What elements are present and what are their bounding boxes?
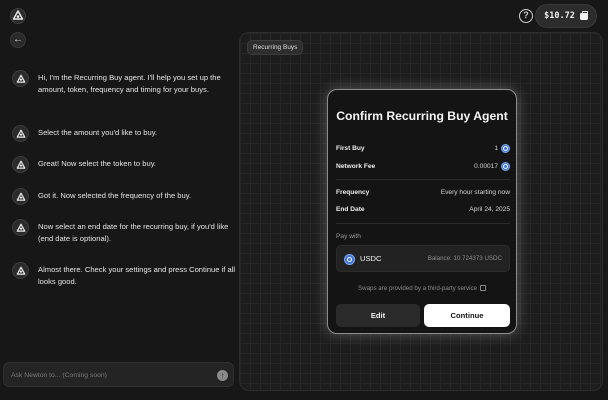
chat-message-text: Almost there. Check your settings and pr…: [38, 265, 236, 287]
agent-avatar: [12, 188, 29, 205]
modal-title: Confirm Recurring Buy Agent: [336, 109, 508, 123]
end-date-value: April 24, 2025: [469, 205, 510, 213]
wallet-balance-button[interactable]: $10.72: [535, 4, 597, 28]
chat-message: Now select an end date for the recurring…: [12, 219, 237, 245]
wallet-icon: [579, 10, 588, 20]
first-buy-row: First Buy 1: [336, 142, 510, 154]
chat-message: Select the amount you'd like to buy.: [12, 125, 237, 142]
agent-logo-icon[interactable]: [10, 8, 26, 24]
first-buy-label: First Buy: [336, 144, 365, 152]
agent-logo-icon: [16, 74, 25, 83]
continue-button[interactable]: Continue: [424, 304, 510, 327]
agent-avatar: [12, 70, 29, 87]
usdc-coin-icon: [501, 143, 510, 153]
help-icon[interactable]: ?: [519, 9, 533, 23]
end-date-row: End Date April 24, 2025: [336, 203, 510, 215]
chat-input[interactable]: [11, 369, 211, 381]
agent-avatar: [12, 125, 29, 142]
usdc-coin-icon: [344, 254, 355, 265]
token-balance: Balance: 10.724373 USDC: [427, 255, 502, 262]
back-arrow-icon[interactable]: ←: [10, 32, 26, 48]
swap-note-text: Swaps are provided by a third-party serv…: [358, 285, 477, 292]
network-fee-row: Network Fee 0.00017: [336, 160, 510, 172]
chat-message-text: Select the amount you'd like to buy.: [38, 128, 158, 137]
frequency-label: Frequency: [336, 188, 370, 196]
end-date-label: End Date: [336, 205, 365, 213]
chat-message-text: Now select an end date for the recurring…: [38, 222, 229, 244]
confirm-modal: Confirm Recurring Buy Agent First Buy 1 …: [327, 89, 517, 334]
chat-message: Hi, I'm the Recurring Buy agent. I'll he…: [12, 70, 237, 96]
frequency-row: Frequency Every hour starting now: [336, 186, 510, 198]
agent-logo-icon: [16, 160, 25, 169]
chat-message-text: Got it. Now selected the frequency of th…: [38, 191, 192, 200]
chat-message: Almost there. Check your settings and pr…: [12, 262, 237, 288]
network-fee-value: 0.00017: [474, 162, 498, 170]
swap-note[interactable]: Swaps are provided by a third-party serv…: [328, 284, 516, 292]
external-link-icon: [480, 285, 486, 291]
agent-avatar: [12, 219, 29, 236]
usdc-coin-icon: [501, 161, 510, 171]
chat-input-box: ↑: [3, 362, 234, 387]
agent-avatar: [12, 156, 29, 173]
edit-button[interactable]: Edit: [336, 304, 420, 327]
wallet-balance: $10.72: [544, 11, 575, 21]
chat-message: Got it. Now selected the frequency of th…: [12, 188, 237, 205]
divider: [336, 179, 510, 180]
divider: [336, 223, 510, 224]
chat-message: Great! Now select the token to buy.: [12, 156, 237, 173]
agent-logo-icon: [16, 192, 25, 201]
chat-message-text: Great! Now select the token to buy.: [38, 159, 157, 168]
pay-token-selector[interactable]: USDC Balance: 10.724373 USDC: [336, 245, 510, 272]
first-buy-value: 1: [494, 144, 498, 152]
chat-message-text: Hi, I'm the Recurring Buy agent. I'll he…: [38, 73, 221, 95]
token-name: USDC: [360, 254, 382, 263]
agent-logo-icon: [16, 266, 25, 275]
canvas-tag[interactable]: Recurring Buys: [247, 40, 304, 55]
agent-logo-icon: [16, 129, 25, 138]
agent-avatar: [12, 262, 29, 279]
agent-logo-icon: [16, 223, 25, 232]
frequency-value: Every hour starting now: [440, 188, 510, 196]
network-fee-label: Network Fee: [336, 162, 376, 170]
pay-with-label: Pay with: [336, 233, 361, 240]
send-icon[interactable]: ↑: [217, 370, 228, 381]
